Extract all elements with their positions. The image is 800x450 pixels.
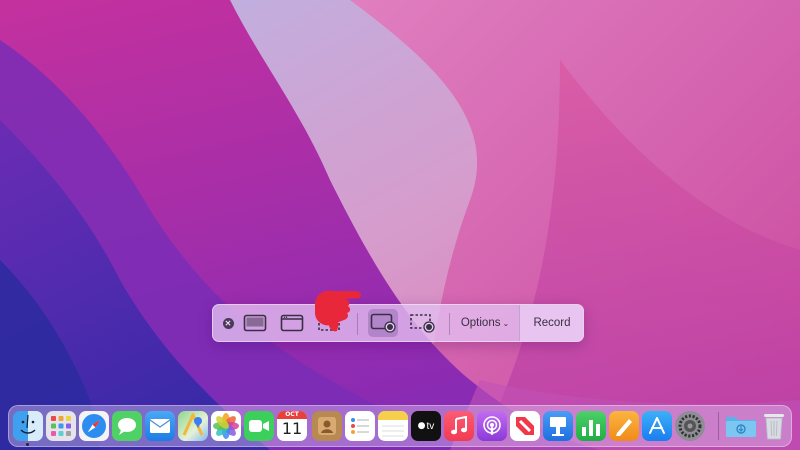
dock-numbers[interactable] [576,411,606,441]
calendar-month: OCT [277,411,307,419]
dock-safari[interactable] [79,411,109,441]
dock-app-store[interactable] [642,411,672,441]
record-selected-portion-button[interactable] [407,309,437,337]
dock-pages[interactable] [609,411,639,441]
dock-trash[interactable] [761,411,787,441]
numbers-bars-icon [582,420,600,436]
dock-podcasts[interactable] [477,411,507,441]
dock-facetime[interactable] [244,411,274,441]
dock-notes[interactable] [378,411,408,441]
screen-icon [243,314,267,332]
dock-music[interactable] [444,411,474,441]
apple-logo-icon: ● [417,421,426,431]
tv-label: tv [426,420,435,432]
dock-keynote[interactable] [543,411,573,441]
keynote-podium-icon [550,417,566,436]
options-menu-button[interactable]: Options ⌄ [451,305,519,341]
dock-system-preferences[interactable] [675,411,705,441]
screenshot-toolbar: ✕ Options ⌄ Record [212,304,584,342]
folder-icon [726,417,756,437]
desktop-wallpaper [0,0,800,450]
dock-calendar[interactable]: OCT 11 [277,411,307,441]
capture-entire-screen-button[interactable] [240,309,270,337]
notes-pad-icon [378,411,408,437]
dock-finder[interactable] [13,411,43,441]
dashed-record-icon [410,314,435,333]
launchpad-grid-icon [51,416,71,436]
pages-pen-icon [616,419,632,436]
finder-icon [20,414,36,434]
dock: OCT 11 ● tv [8,405,792,447]
news-icon [516,417,534,435]
dock-photos[interactable] [211,411,241,441]
record-button[interactable]: Record [519,305,584,341]
music-note-icon [451,416,467,435]
chevron-down-icon: ⌄ [502,318,510,328]
dock-messages[interactable] [112,411,142,441]
podcasts-icon [483,416,501,435]
record-label: Record [533,317,571,329]
screen-record-icon [370,313,396,333]
dock-maps[interactable] [178,411,208,441]
safari-compass-icon [82,414,106,438]
photos-flower-icon [213,413,239,439]
dock-downloads-folder[interactable] [725,411,757,441]
dock-mail[interactable] [145,411,175,441]
dock-launchpad[interactable] [46,411,76,441]
dock-tv[interactable]: ● tv [411,411,441,441]
mail-envelope-icon [149,419,171,433]
dock-reminders[interactable] [345,411,375,441]
pointing-hand-icon [315,290,362,332]
capture-selected-window-button[interactable] [277,309,307,337]
finder-running-indicator [26,443,29,446]
toolbar-divider [449,313,450,335]
trash-icon [764,414,784,440]
messages-bubble-icon [118,418,136,435]
dock-contacts[interactable] [312,411,342,441]
window-icon [280,314,304,332]
calendar-day: 11 [281,419,303,438]
close-toolbar-button[interactable]: ✕ [219,305,237,341]
record-entire-screen-button[interactable] [368,309,398,337]
dock-news[interactable] [510,411,540,441]
dock-divider [718,412,719,440]
app-store-icon [649,417,665,434]
facetime-camera-icon [249,420,269,432]
reminders-list-icon [351,418,369,434]
maps-icon [182,413,204,436]
gear-icon [678,414,702,438]
options-label: Options [460,317,501,329]
contacts-person-icon [318,417,336,435]
close-circle-icon: ✕ [222,317,234,329]
